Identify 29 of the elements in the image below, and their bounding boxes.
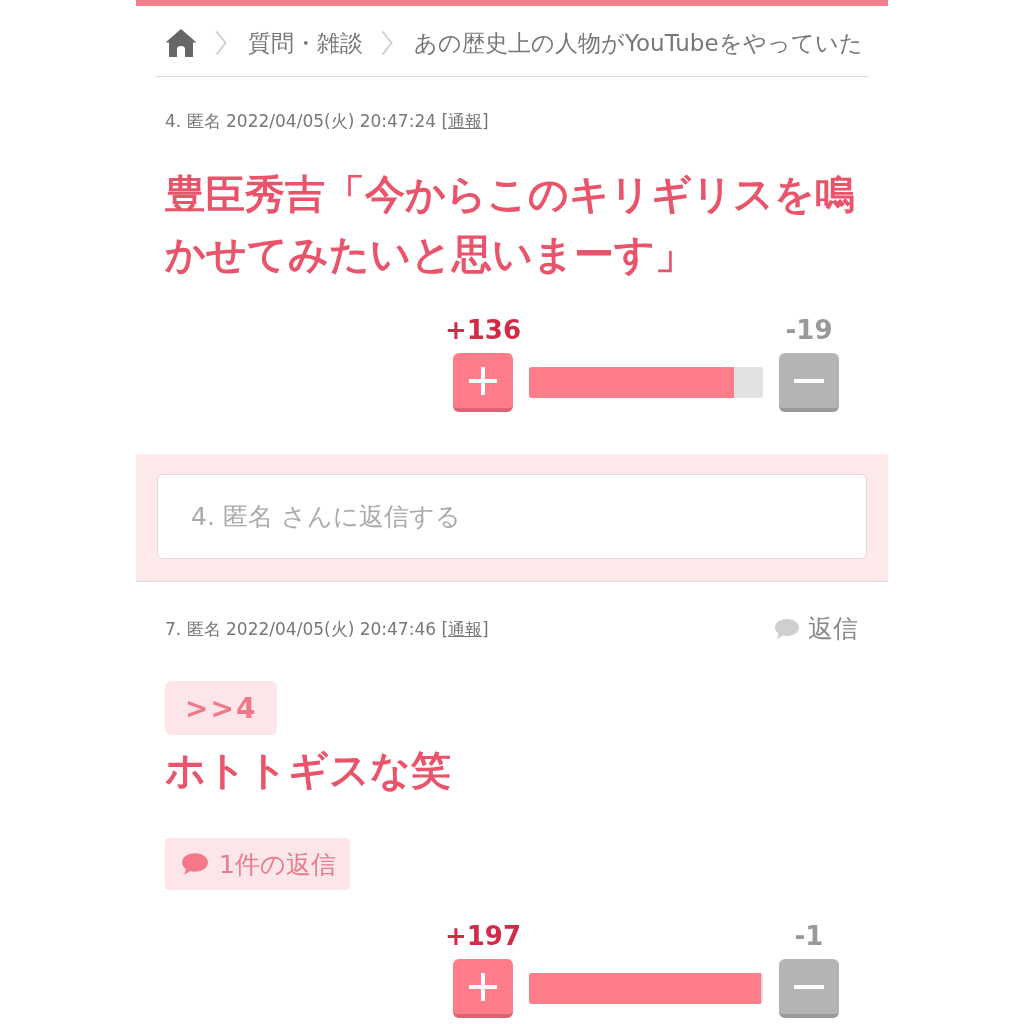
upvote-button[interactable] [453,353,513,412]
home-icon[interactable] [165,28,197,58]
speech-bubble-icon [774,618,800,640]
report-link[interactable]: 通報 [448,111,483,131]
chevron-icon [381,30,393,56]
breadcrumb-link[interactable]: 質問・雑談 [248,27,363,59]
upvote-count: +197 [444,922,522,950]
downvote-button[interactable] [779,353,839,412]
anchor-link[interactable]: >>4 [165,681,278,735]
post-meta: 4. 匿名 2022/04/05(火) 20:47:24 [通報] [165,110,489,133]
minus-icon [794,378,824,383]
chevron-icon [215,30,227,56]
report-link[interactable]: 通報 [448,619,483,639]
reply-input-field[interactable]: 4. 匿名 さんに返信する [157,474,867,559]
upvote-button[interactable] [453,959,513,1018]
downvote-count: -19 [785,316,833,344]
post-meta: 7. 匿名 2022/04/05(火) 20:47:46 [通報] [165,618,489,641]
post-body: 豊臣秀吉「今からこのキリギリスを鳴かせてみたいと思いまーす」 [165,170,856,279]
minus-icon [794,984,824,989]
reply-button[interactable]: 返信 [774,614,858,644]
post-body: ホトトギスな笑 [165,746,452,795]
speech-bubble-icon [181,852,209,876]
downvote-button[interactable] [779,959,839,1018]
plus-icon [469,366,497,395]
downvote-count: -1 [794,922,824,950]
replies-button[interactable]: 1件の返信 [165,838,350,890]
upvote-count: +136 [444,316,522,344]
plus-icon [469,972,497,1001]
breadcrumb-link[interactable]: あの歴史上の人物がYouTubeをやっていた [414,27,863,59]
